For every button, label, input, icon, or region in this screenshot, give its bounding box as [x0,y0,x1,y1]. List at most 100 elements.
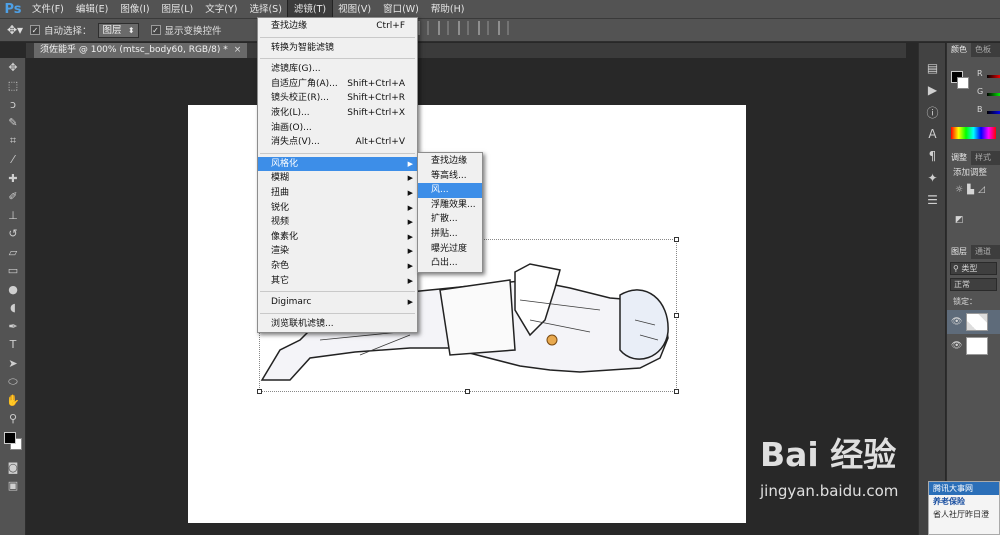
healing-brush-icon[interactable]: ✚ [0,169,26,188]
stylize-menu-item[interactable]: 拼贴... [418,227,482,242]
levels-icon[interactable]: ▙ [967,185,974,211]
stylize-menu-item[interactable]: 等高线... [418,169,482,184]
color-swatches[interactable] [0,428,26,458]
menu-0[interactable]: 文件(F) [26,0,70,19]
filter-menu-item[interactable]: 像素化 ▶ [258,230,417,245]
layer-row[interactable]: 👁 [947,334,1000,358]
transform-handle[interactable] [465,389,470,394]
visibility-eye-icon[interactable]: 👁 [951,317,962,327]
filter-menu-item[interactable]: 镜头校正(R)... Shift+Ctrl+R [258,91,417,106]
tab-styles[interactable]: 样式 [971,151,995,165]
auto-select-dropdown[interactable]: 图层 [97,22,139,38]
hand-tool-icon[interactable]: ✋ [0,391,26,410]
menu-7[interactable]: 视图(V) [332,0,377,19]
screen-mode-icon[interactable]: ▣ [0,477,26,496]
pen-tool-icon[interactable]: ✒ [0,317,26,336]
paragraph-panel-icon[interactable]: ¶ [919,145,946,167]
align-icon[interactable] [478,21,489,35]
filter-menu-item[interactable]: 消失点(V)... Alt+Ctrl+V [258,135,417,150]
marquee-tool-icon[interactable]: ⬚ [0,77,26,96]
character-panel-icon[interactable]: A [919,123,946,145]
layer-row[interactable]: 👁 [947,310,1000,334]
tab-adjustments[interactable]: 调整 [947,151,971,165]
zoom-tool-icon[interactable]: ⚲ [0,410,26,429]
filter-menu-item[interactable]: 杂色 ▶ [258,259,417,274]
quick-select-tool-icon[interactable]: ✎ [0,114,26,133]
filter-menu-item[interactable]: 视频 ▶ [258,215,417,230]
menu-1[interactable]: 编辑(E) [70,0,114,19]
blend-mode-select[interactable]: 正常 [950,278,997,291]
tab-swatches[interactable]: 色板 [971,43,995,57]
filter-menu-item[interactable]: 自适应广角(A)... Shift+Ctrl+A [258,77,417,92]
filter-menu-item[interactable]: 液化(L)... Shift+Ctrl+X [258,106,417,121]
menu-5[interactable]: 选择(S) [243,0,287,19]
actions-panel-icon[interactable]: ▶ [919,79,946,101]
stylize-menu-item[interactable]: 查找边缘 [418,154,482,169]
menu-3[interactable]: 图层(L) [156,0,200,19]
menu-4[interactable]: 文字(Y) [199,0,243,19]
move-tool-icon[interactable]: ✥ [0,58,26,77]
stylize-menu-item[interactable]: 扩散... [418,212,482,227]
align-icon[interactable] [418,21,429,35]
auto-select-checkbox[interactable]: ✓ 自动选择： [30,23,92,37]
type-tool-icon[interactable]: T [0,336,26,355]
menu-9[interactable]: 帮助(H) [425,0,471,19]
foreground-color[interactable] [4,432,16,444]
filter-menu-item[interactable]: Digimarc ▶ [258,295,417,310]
quick-mask-icon[interactable]: ◙ [0,458,26,477]
visibility-eye-icon[interactable]: 👁 [951,341,962,351]
path-select-icon[interactable]: ➤ [0,354,26,373]
history-panel-icon[interactable]: ▤ [919,57,946,79]
eyedropper-tool-icon[interactable]: ⁄ [0,151,26,170]
transform-handle[interactable] [257,389,262,394]
curves-icon[interactable]: ◿ [978,185,985,211]
filter-menu-item[interactable]: 查找边缘 Ctrl+F [258,19,417,34]
transform-handle[interactable] [674,313,679,318]
menu-8[interactable]: 窗口(W) [377,0,425,19]
history-brush-icon[interactable]: ↺ [0,225,26,244]
info-panel-icon[interactable]: ⓘ [919,101,946,123]
properties-panel-icon[interactable]: ☰ [919,189,946,211]
stylize-menu-item[interactable]: 凸出... [418,256,482,271]
lasso-tool-icon[interactable]: ↄ [0,95,26,114]
align-icon[interactable] [438,21,449,35]
crop-tool-icon[interactable]: ⌗ [0,132,26,151]
filter-menu-item[interactable]: 渲染 ▶ [258,244,417,259]
background-color[interactable] [957,77,969,89]
news-popup[interactable]: 腾讯大事网 养老保险 省人社厅昨日澄 [928,481,1000,535]
show-transform-checkbox[interactable]: ✓ 显示变换控件 [150,23,222,37]
tab-color[interactable]: 颜色 [947,43,971,57]
layer-filter-select[interactable]: ⚲ 类型 [950,262,997,275]
stylize-menu-item[interactable]: 风... [418,183,482,198]
g-slider[interactable] [987,93,1000,96]
document-tab[interactable]: 须佐能乎 @ 100% (mtsc_body60, RGB/8) * × [34,43,248,58]
tab-channels[interactable]: 通道 [971,245,995,259]
filter-menu-item[interactable]: 转换为智能滤镜 [258,41,417,56]
dodge-tool-icon[interactable]: ◖ [0,299,26,318]
b-slider[interactable] [987,111,1000,114]
filter-menu-item[interactable]: 风格化 ▶ [258,156,417,172]
r-slider[interactable] [987,75,1000,78]
gradient-tool-icon[interactable]: ▭ [0,262,26,281]
move-tool-icon[interactable]: ✥▾ [0,21,30,40]
filter-menu-item[interactable]: 锐化 ▶ [258,201,417,216]
brush-tool-icon[interactable]: ✐ [0,188,26,207]
stamp-tool-icon[interactable]: ⊥ [0,206,26,225]
filter-menu-item[interactable]: 滤镜库(G)... [258,62,417,77]
align-icon[interactable] [458,21,469,35]
filter-menu-item[interactable]: 模糊 ▶ [258,171,417,186]
transform-handle[interactable] [674,389,679,394]
transform-handle[interactable] [674,237,679,242]
tab-layers[interactable]: 图层 [947,245,971,259]
brush-panel-icon[interactable]: ✦ [919,167,946,189]
menu-6[interactable]: 滤镜(T) [286,0,334,20]
brightness-icon[interactable]: ☼ [955,185,963,211]
exposure-icon[interactable]: ◩ [955,215,964,241]
filter-menu-item[interactable]: 浏览联机滤镜... [258,317,417,332]
color-ramp[interactable] [951,127,996,139]
filter-menu-item[interactable]: 扭曲 ▶ [258,186,417,201]
menu-2[interactable]: 图像(I) [114,0,155,19]
popup-headline[interactable]: 养老保险 [929,495,999,508]
filter-menu-item[interactable]: 油画(O)... [258,121,417,136]
align-icon[interactable] [498,21,509,35]
